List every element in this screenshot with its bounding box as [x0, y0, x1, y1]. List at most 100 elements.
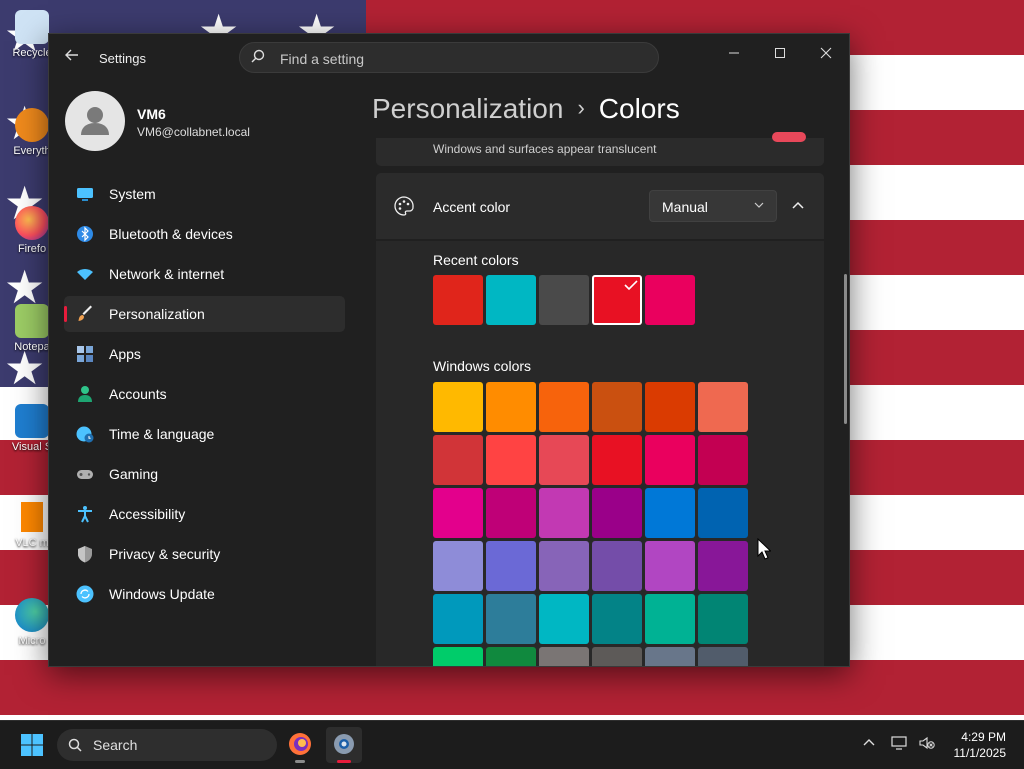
- windows-color-swatch[interactable]: [592, 594, 642, 644]
- taskbar: Search 4:29 PM 11/1/2025: [0, 720, 1024, 769]
- notepad-icon: [15, 304, 49, 338]
- content-scrollbar[interactable]: [844, 274, 847, 424]
- vscode-icon: [15, 404, 49, 438]
- avatar[interactable]: [65, 91, 125, 151]
- settings-search-input[interactable]: [278, 48, 642, 70]
- windows-color-swatch[interactable]: [592, 382, 642, 432]
- back-button[interactable]: [61, 46, 83, 68]
- windows-color-swatch[interactable]: [698, 435, 748, 485]
- sidebar-item-personalization[interactable]: Personalization: [64, 296, 345, 332]
- windows-color-swatch[interactable]: [433, 488, 483, 538]
- windows-color-swatch[interactable]: [592, 647, 642, 666]
- windows-color-swatch[interactable]: [486, 488, 536, 538]
- windows-color-swatch[interactable]: [486, 541, 536, 591]
- sidebar-item-system[interactable]: System: [64, 176, 345, 212]
- firefox-icon: [15, 206, 49, 240]
- windows-color-swatch[interactable]: [592, 488, 642, 538]
- sidebar-item-apps[interactable]: Apps: [64, 336, 345, 372]
- transparency-description: Windows and surfaces appear translucent: [433, 142, 657, 156]
- sidebar-item-gaming[interactable]: Gaming: [64, 456, 345, 492]
- windows-color-swatch[interactable]: [592, 435, 642, 485]
- taskbar-settings[interactable]: [326, 727, 362, 763]
- windows-color-swatch[interactable]: [698, 647, 748, 666]
- windows-color-swatch[interactable]: [433, 382, 483, 432]
- recent-color-swatch[interactable]: [645, 275, 695, 325]
- sidebar-item-accessibility[interactable]: Accessibility: [64, 496, 345, 532]
- taskbar-search-label: Search: [93, 737, 138, 753]
- windows-color-swatch[interactable]: [433, 594, 483, 644]
- windows-color-swatch[interactable]: [433, 647, 483, 666]
- wifi-icon: [77, 269, 93, 280]
- windows-color-swatch[interactable]: [486, 594, 536, 644]
- transparency-toggle[interactable]: [772, 132, 806, 142]
- sidebar-item-network[interactable]: Network & internet: [64, 256, 345, 292]
- windows-color-swatch[interactable]: [645, 541, 695, 591]
- close-button[interactable]: [803, 40, 849, 68]
- windows-color-swatch[interactable]: [698, 382, 748, 432]
- taskbar-search[interactable]: Search: [57, 729, 277, 761]
- maximize-icon: [775, 48, 785, 58]
- chevron-up-icon[interactable]: [790, 197, 806, 213]
- windows-start-icon[interactable]: [20, 733, 44, 757]
- maximize-button[interactable]: [757, 40, 803, 68]
- breadcrumb-parent[interactable]: Personalization: [372, 93, 563, 124]
- sidebar-item-bluetooth[interactable]: Bluetooth & devices: [64, 216, 345, 252]
- sidebar-item-windows-update[interactable]: Windows Update: [64, 576, 345, 612]
- active-indicator: [337, 760, 351, 763]
- globe-clock-icon: [76, 426, 94, 443]
- windows-color-swatch[interactable]: [645, 488, 695, 538]
- windows-color-swatch[interactable]: [539, 435, 589, 485]
- sidebar-item-privacy-security[interactable]: Privacy & security: [64, 536, 345, 572]
- windows-color-swatch[interactable]: [645, 594, 695, 644]
- minimize-icon: [729, 52, 739, 54]
- windows-color-swatch[interactable]: [539, 594, 589, 644]
- windows-color-swatch[interactable]: [539, 488, 589, 538]
- windows-color-swatch[interactable]: [698, 488, 748, 538]
- settings-search-box[interactable]: [239, 42, 659, 73]
- windows-color-swatch[interactable]: [486, 382, 536, 432]
- recent-color-swatch-selected[interactable]: [592, 275, 642, 325]
- title-bar[interactable]: Settings: [49, 34, 849, 80]
- mouse-cursor-icon: [757, 538, 771, 560]
- windows-color-swatch[interactable]: [433, 435, 483, 485]
- recent-color-swatch[interactable]: [539, 275, 589, 325]
- profile-name: VM6: [137, 106, 166, 122]
- app-title: Settings: [99, 51, 146, 66]
- accent-mode-value: Manual: [662, 199, 708, 215]
- apps-icon: [77, 346, 93, 362]
- windows-color-swatch[interactable]: [539, 382, 589, 432]
- windows-color-swatch[interactable]: [486, 435, 536, 485]
- bluetooth-icon: [77, 226, 93, 242]
- taskbar-firefox[interactable]: [282, 727, 318, 763]
- windows-color-swatch[interactable]: [698, 594, 748, 644]
- everything-icon: [15, 108, 49, 142]
- network-status-button[interactable]: [891, 735, 909, 753]
- transparency-effects-card: Windows and surfaces appear translucent: [376, 132, 824, 166]
- sidebar-item-time-language[interactable]: Time & language: [64, 416, 345, 452]
- gamepad-icon: [77, 470, 93, 479]
- windows-colors-label: Windows colors: [433, 358, 532, 374]
- windows-color-swatch[interactable]: [645, 382, 695, 432]
- windows-color-swatch[interactable]: [539, 647, 589, 666]
- recycle-bin-icon: [15, 10, 49, 44]
- recent-color-swatch[interactable]: [486, 275, 536, 325]
- show-hidden-icons-button[interactable]: [860, 735, 878, 753]
- windows-color-swatch[interactable]: [645, 435, 695, 485]
- windows-color-swatch[interactable]: [645, 647, 695, 666]
- sidebar-item-accounts[interactable]: Accounts: [64, 376, 345, 412]
- windows-color-swatch[interactable]: [433, 541, 483, 591]
- shield-icon: [78, 546, 92, 563]
- person-icon: [78, 386, 92, 402]
- minimize-button[interactable]: [711, 40, 757, 68]
- windows-color-swatch[interactable]: [486, 647, 536, 666]
- taskbar-clock[interactable]: 4:29 PM 11/1/2025: [954, 729, 1007, 761]
- accent-color-card[interactable]: Accent color Manual: [376, 173, 824, 239]
- accent-mode-dropdown[interactable]: Manual: [649, 190, 777, 222]
- accessibility-icon: [78, 506, 92, 523]
- windows-color-swatch[interactable]: [698, 541, 748, 591]
- windows-color-swatch[interactable]: [592, 541, 642, 591]
- gear-icon: [334, 734, 354, 754]
- volume-button[interactable]: [918, 735, 936, 753]
- recent-color-swatch[interactable]: [433, 275, 483, 325]
- windows-color-swatch[interactable]: [539, 541, 589, 591]
